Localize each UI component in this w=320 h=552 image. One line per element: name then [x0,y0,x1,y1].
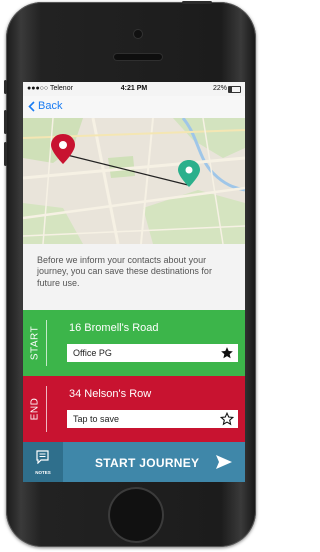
chevron-left-icon [28,100,35,112]
info-message: Before we inform your contacts about you… [37,255,212,288]
navigation-bar: Back [23,96,245,118]
start-divider [46,320,47,366]
notes-button[interactable]: NOTES [23,442,63,482]
front-camera [134,30,142,38]
app-screen: ●●●○○ Telenor 4:21 PM 22% Back Before we… [23,82,245,482]
start-save-field[interactable]: Office PG [67,344,238,362]
clock: 4:21 PM [120,85,148,92]
star-outline-icon[interactable] [220,412,234,426]
volume-down-button [4,142,7,166]
start-address: 16 Bromell's Road [69,322,159,334]
power-button [182,1,212,4]
map-graphic [23,118,245,244]
earpiece-speaker [114,54,162,60]
back-label: Back [38,100,63,112]
battery-icon [228,86,241,93]
status-bar: ●●●○○ Telenor 4:21 PM 22% [23,82,245,96]
notes-icon [36,450,49,464]
back-button[interactable]: Back [28,100,62,112]
start-label: START [29,325,41,361]
end-address: 34 Nelson's Row [69,388,152,400]
mute-switch [4,80,7,94]
end-divider [46,386,47,432]
bottom-bar: NOTES START JOURNEY [23,442,245,482]
home-button[interactable] [110,489,162,541]
end-label: END [29,397,41,421]
info-panel: Before we inform your contacts about you… [23,244,245,310]
start-journey-label: START JOURNEY [95,456,200,470]
start-saved-name: Office PG [73,348,112,358]
start-journey-button[interactable]: START JOURNEY [63,442,245,482]
notes-label: NOTES [35,470,51,475]
end-section: END 34 Nelson's Row Tap to save [23,376,245,442]
battery-percentage: 22% [212,85,227,92]
send-arrow-icon [216,455,232,469]
start-section: START 16 Bromell's Road Office PG [23,310,245,376]
star-filled-icon[interactable] [220,346,234,360]
end-saved-name: Tap to save [73,414,120,424]
volume-up-button [4,110,7,134]
end-save-field[interactable]: Tap to save [67,410,238,428]
route-map[interactable] [23,118,245,244]
